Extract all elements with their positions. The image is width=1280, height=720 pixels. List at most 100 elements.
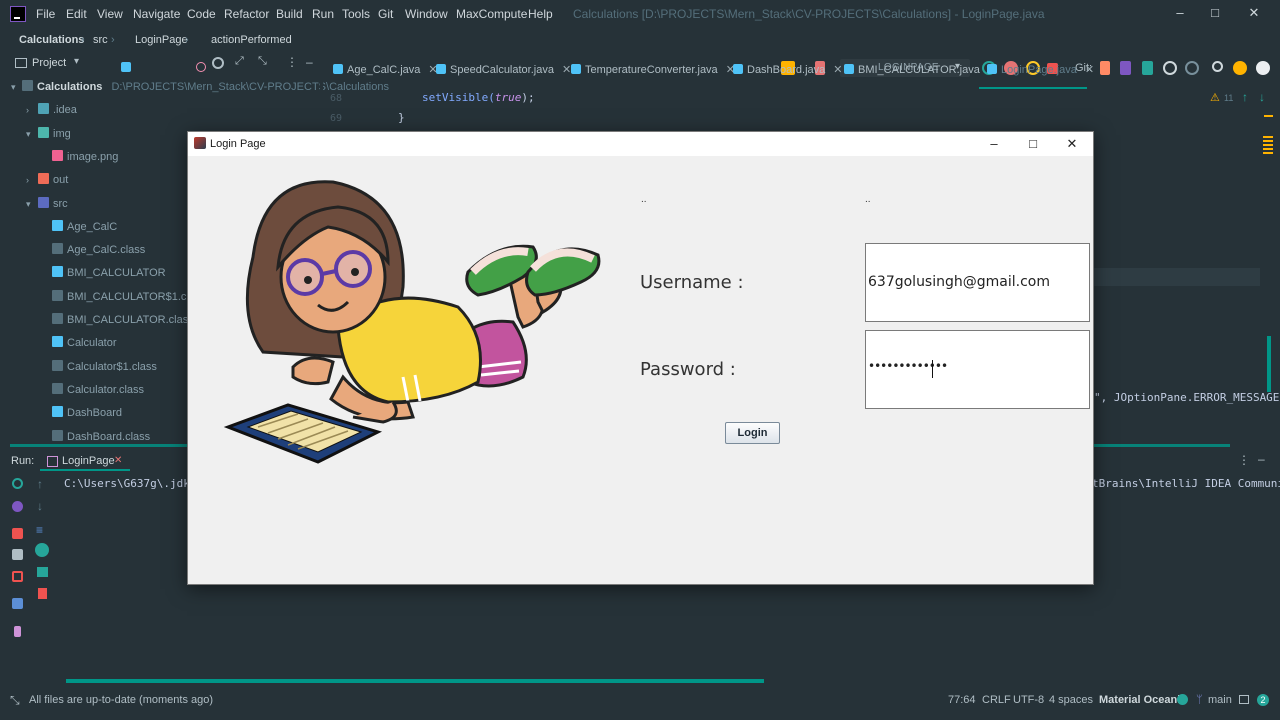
layout-icon[interactable] [12,598,23,609]
expand-icon[interactable]: ⤢ [235,55,244,68]
close-icon[interactable]: ✕ [562,64,571,76]
menu-refactor[interactable]: Refactor [224,7,269,21]
warning-icon[interactable]: ⚠ [1210,91,1220,104]
tree-item-idea[interactable]: .idea [38,103,77,123]
vertical-scrollbar[interactable] [1267,336,1271,392]
git-commit-icon[interactable] [1120,61,1131,75]
file-encoding[interactable]: UTF-8 [1013,694,1044,706]
menu-build[interactable]: Build [276,7,303,21]
git-branch[interactable]: main [1208,694,1232,706]
tree-item-img[interactable]: img [38,127,71,147]
menu-tools[interactable]: Tools [342,7,370,21]
caret-position[interactable]: 77:64 [948,694,976,706]
notification-count[interactable]: 2 [1257,694,1269,706]
menu-window[interactable]: Window [405,7,448,21]
stop-icon[interactable] [12,528,23,539]
status-message[interactable]: All files are up-to-date (moments ago) [29,694,213,706]
close-icon[interactable]: ✕ [1244,3,1264,23]
tree-item-out[interactable]: out [38,173,68,193]
menu-help[interactable]: Help [528,7,553,21]
tree-item-dashboard-class[interactable]: DashBoard.class [52,430,150,450]
breadcrumb-method[interactable]: actionPerformed [211,34,292,46]
line-separator[interactable]: CRLF [982,694,1011,706]
updates-icon[interactable] [1233,61,1247,75]
menu-navigate[interactable]: Navigate [133,7,180,21]
close-icon[interactable]: ✕ [833,64,842,76]
tree-item-bmi-1-class[interactable]: BMI_CALCULATOR$1.class [52,290,206,310]
tree-item-src[interactable]: src [38,197,68,217]
tree-item-dashboard[interactable]: DashBoard [52,406,122,426]
chevron-down-icon[interactable]: ▾ [26,199,31,210]
settings-icon[interactable] [12,501,23,512]
login-button[interactable]: Login [725,422,780,444]
tree-item-calculator-class[interactable]: Calculator.class [52,383,144,403]
menu-view[interactable]: View [97,7,123,21]
trash-icon[interactable] [38,588,47,599]
close-icon[interactable]: ✕ [114,455,122,466]
options-icon[interactable]: ⋮ [1238,453,1250,467]
arrow-up-icon[interactable]: ↑ [37,477,43,491]
lock-icon[interactable] [1239,695,1249,704]
chevron-down-icon[interactable]: ▾ [26,129,31,140]
tree-item-bmi-class[interactable]: BMI_CALCULATOR.class [52,313,194,333]
git-update-icon[interactable] [1100,61,1110,75]
print-icon[interactable] [37,567,48,577]
theme-name[interactable]: Material Oceanic [1099,694,1186,706]
minimize-icon[interactable]: – [1170,3,1190,23]
arrow-down-icon[interactable]: ↓ [37,499,43,513]
menu-maxcompute[interactable]: MaxCompute [456,7,527,21]
tree-item-calculator-1-class[interactable]: Calculator$1.class [52,360,157,380]
arrow-down-icon[interactable]: ↓ [1259,90,1265,104]
chevron-down-icon[interactable]: ▾ [11,82,16,93]
close-icon[interactable]: ✕ [1060,134,1084,154]
chevron-right-icon[interactable]: › [26,175,29,185]
collapse-icon[interactable]: ⤡ [258,55,267,68]
git-push-icon[interactable] [1142,61,1153,75]
tree-item-bmi[interactable]: BMI_CALCULATOR [52,266,166,286]
tab-bmi-calculator[interactable]: BMI_CALCULATOR.java✕ [844,60,997,88]
minimize-icon[interactable]: – [982,134,1006,154]
run-tab-label[interactable]: LoginPage [62,455,115,467]
tree-item-image-png[interactable]: image.png [52,150,118,170]
horizontal-scrollbar[interactable] [66,679,764,683]
arrow-up-icon[interactable]: ↑ [1242,90,1248,104]
tab-age-calc[interactable]: Age_CalC.java ✕ [333,60,438,88]
options-icon[interactable]: ⋮ [286,55,298,69]
tab-login-page[interactable]: LoginPage.java ✕ [987,60,1094,88]
indent-setting[interactable]: 4 spaces [1049,694,1093,706]
tree-item-calculator[interactable]: Calculator [52,336,117,356]
menu-edit[interactable]: Edit [66,7,87,21]
breadcrumb-src[interactable]: src [93,34,108,46]
code-line-right[interactable]: ", JOptionPane.ERROR_MESSAGE); [1094,391,1280,404]
close-icon[interactable]: ✕ [1085,64,1094,76]
breadcrumb-class[interactable]: LoginPage [135,34,188,46]
scroll-to-end-icon[interactable] [35,543,49,557]
project-panel-title[interactable]: Project [32,57,66,69]
breadcrumb-project[interactable]: Calculations [19,34,84,46]
history-icon[interactable] [1163,61,1177,75]
hide-icon[interactable]: – [306,55,313,69]
rollback-icon[interactable] [1185,61,1199,75]
tree-item-age-calc[interactable]: Age_CalC [52,220,117,240]
username-field[interactable]: 637golusingh@gmail.com [865,243,1090,322]
search-icon[interactable] [1212,61,1223,72]
pin-icon[interactable] [14,626,21,637]
code-line-69[interactable]: } [398,111,405,124]
login-window-titlebar[interactable]: Login Page – □ ✕ [188,132,1093,156]
tab-speed-calculator[interactable]: SpeedCalculator.java ✕ [436,60,571,88]
chevron-down-icon[interactable]: ▾ [74,56,79,67]
rerun-icon[interactable] [12,478,23,489]
menu-run[interactable]: Run [312,7,334,21]
password-field[interactable]: ••••••••••••• [865,330,1090,409]
code-line-68[interactable]: setVisible(true); [422,91,535,104]
settings-icon[interactable] [1256,61,1270,75]
locate-icon[interactable] [212,57,224,69]
menu-code[interactable]: Code [187,7,216,21]
tab-dashboard[interactable]: DashBoard.java ✕ [733,60,843,88]
soft-wrap-icon[interactable]: ≡ [36,523,43,537]
hide-icon[interactable]: – [1258,452,1265,466]
maximize-icon[interactable]: □ [1021,134,1045,154]
camera-icon[interactable] [12,549,23,560]
menu-file[interactable]: File [36,7,55,21]
maximize-icon[interactable]: □ [1205,3,1225,23]
